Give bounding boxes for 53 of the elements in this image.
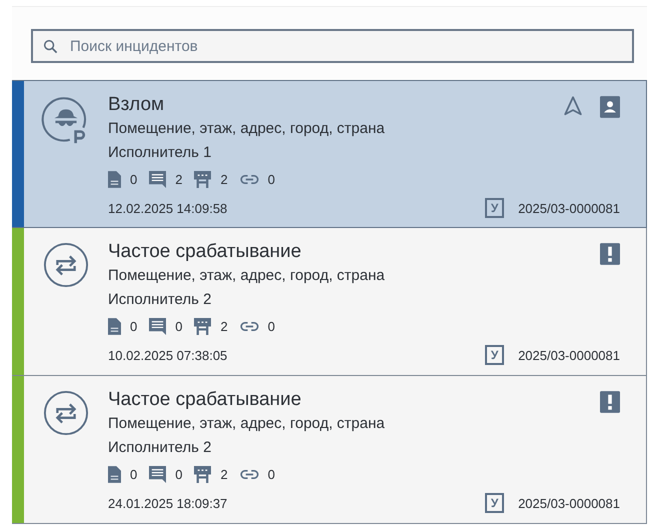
count-value: 0: [268, 319, 275, 334]
device-icon: [194, 466, 212, 483]
count-value: 0: [268, 172, 275, 187]
incident-date: 12.02.2025 14:09:58: [108, 200, 228, 216]
incident-card[interactable]: Взлом Помещение, этаж, адрес, город, страна Исполнитель 1 0 2 2 0 12.02.2025 14:09:58 У 2025/03-0000081: [12, 80, 647, 228]
incident-location: Помещение, этаж, адрес, город, страна: [108, 414, 386, 434]
alert-icon[interactable]: [600, 390, 620, 414]
category-badge: У: [485, 198, 504, 218]
comment-icon: [149, 318, 166, 335]
count-value: 0: [130, 467, 138, 482]
document-icon: [108, 171, 121, 188]
link-icon: [240, 469, 259, 480]
comment-icon: [149, 171, 166, 188]
incident-executor: Исполнитель 2: [108, 438, 212, 458]
count-value: 2: [220, 172, 228, 187]
repeat-icon: [43, 390, 89, 436]
incident-number: 2025/03-0000081: [518, 200, 620, 216]
incident-title: Взлом: [108, 93, 166, 117]
count-value: 2: [220, 319, 228, 334]
incident-title: Частое срабатывание: [108, 240, 302, 264]
link-icon: [240, 174, 259, 185]
count-value: 0: [130, 172, 138, 187]
category-badge: У: [485, 345, 504, 365]
incident-location: Помещение, этаж, адрес, город, страна: [108, 119, 386, 139]
incident-card[interactable]: Частое срабатывание Помещение, этаж, адрес, город, страна Исполнитель 2 0 0 2 0 24.01.2025 18:09:37 У 2025/03-0000081: [12, 376, 647, 524]
search-field[interactable]: Поиск инцидентов: [31, 29, 634, 63]
incident-executor: Исполнитель 2: [108, 290, 212, 310]
count-value: 0: [175, 319, 182, 334]
incident-date: 24.01.2025 18:09:37: [108, 496, 228, 510]
search-icon: [43, 39, 58, 54]
incident-executor: Исполнитель 1: [108, 143, 212, 163]
incident-location: Помещение, этаж, адрес, город, страна: [108, 266, 386, 286]
link-icon: [240, 321, 259, 332]
repeat-icon: [43, 242, 89, 288]
alert-icon[interactable]: [600, 242, 620, 266]
incident-card[interactable]: Частое срабатывание Помещение, этаж, адрес, город, страна Исполнитель 2 0 0 2 0 10.02.2025 07:38:05 У 2025/03-0000081: [12, 228, 647, 376]
count-value: 2: [175, 172, 182, 187]
count-value: 2: [220, 467, 228, 482]
category-badge: У: [485, 493, 504, 513]
document-icon: [108, 466, 121, 483]
contact-card-icon[interactable]: [600, 95, 620, 119]
count-value: 0: [175, 467, 182, 482]
device-icon: [194, 318, 212, 335]
count-value: 0: [268, 467, 275, 482]
incident-title: Частое срабатывание: [108, 388, 302, 412]
incident-date: 10.02.2025 07:38:05: [108, 348, 228, 362]
incident-number: 2025/03-0000081: [518, 348, 620, 362]
device-icon: [194, 171, 212, 188]
incident-number: 2025/03-0000081: [518, 496, 620, 510]
comment-icon: [149, 466, 166, 483]
count-value: 0: [130, 319, 138, 334]
document-icon: [108, 318, 121, 335]
navigation-arrow-icon[interactable]: [562, 95, 584, 117]
